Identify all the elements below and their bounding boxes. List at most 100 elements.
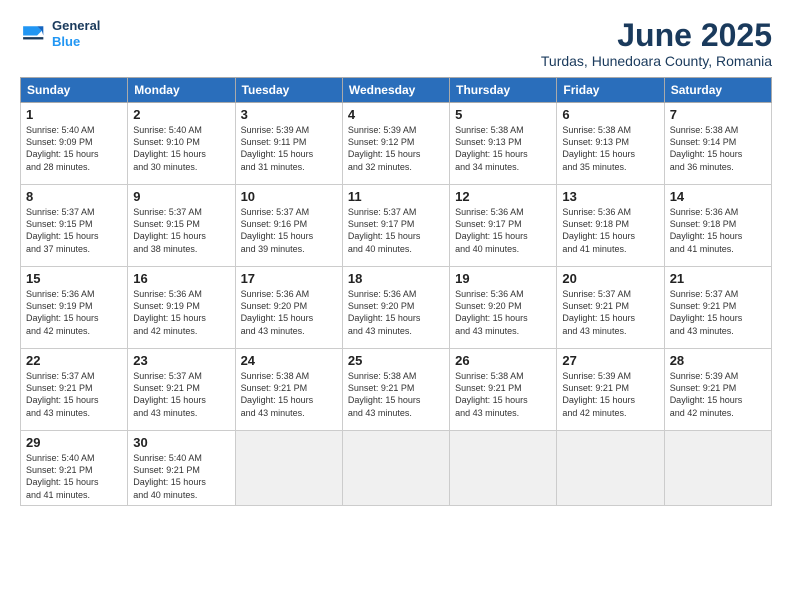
calendar-cell: 2Sunrise: 5:40 AMSunset: 9:10 PMDaylight… (128, 103, 235, 185)
day-info: Sunrise: 5:40 AMSunset: 9:21 PMDaylight:… (133, 452, 229, 501)
day-number: 3 (241, 107, 337, 122)
day-info: Sunrise: 5:40 AMSunset: 9:09 PMDaylight:… (26, 124, 122, 173)
calendar-cell: 27 Sunrise: 5:39 AMSunset: 9:21 PMDayligh… (557, 349, 664, 431)
day-number: 30 (133, 435, 229, 450)
day-info: Sunrise: 5:38 AMSunset: 9:21 PMDaylight:… (241, 370, 337, 419)
week-row-4: 22 Sunrise: 5:37 AMSunset: 9:21 PMDayligh… (21, 349, 772, 431)
calendar-table: Sunday Monday Tuesday Wednesday Thursday… (20, 77, 772, 506)
day-number: 9 (133, 189, 229, 204)
day-info: Sunrise: 5:40 AMSunset: 9:21 PMDaylight:… (26, 452, 122, 501)
day-info: Sunrise: 5:36 AMSunset: 9:19 PMDaylight:… (133, 288, 229, 337)
calendar-cell: 30 Sunrise: 5:40 AMSunset: 9:21 PMDayligh… (128, 431, 235, 506)
day-info: Sunrise: 5:37 AMSunset: 9:21 PMDaylight:… (562, 288, 658, 337)
col-friday: Friday (557, 78, 664, 103)
col-tuesday: Tuesday (235, 78, 342, 103)
calendar-cell: 10Sunrise: 5:37 AMSunset: 9:16 PMDayligh… (235, 185, 342, 267)
col-wednesday: Wednesday (342, 78, 449, 103)
calendar-cell: 5Sunrise: 5:38 AMSunset: 9:13 PMDaylight… (450, 103, 557, 185)
calendar-subtitle: Turdas, Hunedoara County, Romania (541, 53, 772, 69)
day-info: Sunrise: 5:37 AMSunset: 9:21 PMDaylight:… (670, 288, 766, 337)
col-monday: Monday (128, 78, 235, 103)
day-number: 27 (562, 353, 658, 368)
day-info: Sunrise: 5:37 AMSunset: 9:17 PMDaylight:… (348, 206, 444, 255)
day-number: 13 (562, 189, 658, 204)
calendar-cell: 16Sunrise: 5:36 AMSunset: 9:19 PMDayligh… (128, 267, 235, 349)
day-info: Sunrise: 5:38 AMSunset: 9:21 PMDaylight:… (455, 370, 551, 419)
calendar-cell: 15Sunrise: 5:36 AMSunset: 9:19 PMDayligh… (21, 267, 128, 349)
calendar-cell: 7 Sunrise: 5:38 AMSunset: 9:14 PMDaylight… (664, 103, 771, 185)
day-number: 21 (670, 271, 766, 286)
calendar-cell: 26 Sunrise: 5:38 AMSunset: 9:21 PMDayligh… (450, 349, 557, 431)
day-number: 25 (348, 353, 444, 368)
day-info: Sunrise: 5:39 AMSunset: 9:11 PMDaylight:… (241, 124, 337, 173)
calendar-cell: 13 Sunrise: 5:36 AMSunset: 9:18 PMDayligh… (557, 185, 664, 267)
day-info: Sunrise: 5:38 AMSunset: 9:13 PMDaylight:… (455, 124, 551, 173)
day-number: 29 (26, 435, 122, 450)
calendar-cell (664, 431, 771, 506)
calendar-cell: 3 Sunrise: 5:39 AMSunset: 9:11 PMDaylight… (235, 103, 342, 185)
calendar-cell: 9 Sunrise: 5:37 AMSunset: 9:15 PMDaylight… (128, 185, 235, 267)
day-number: 22 (26, 353, 122, 368)
logo: General Blue (20, 18, 100, 49)
day-info: Sunrise: 5:36 AMSunset: 9:18 PMDaylight:… (562, 206, 658, 255)
day-number: 14 (670, 189, 766, 204)
day-info: Sunrise: 5:36 AMSunset: 9:17 PMDaylight:… (455, 206, 551, 255)
week-row-2: 8Sunrise: 5:37 AMSunset: 9:15 PMDaylight… (21, 185, 772, 267)
day-info: Sunrise: 5:37 AMSunset: 9:15 PMDaylight:… (133, 206, 229, 255)
calendar-cell: 11 Sunrise: 5:37 AMSunset: 9:17 PMDayligh… (342, 185, 449, 267)
logo-text-general: General (52, 18, 100, 34)
week-row-3: 15Sunrise: 5:36 AMSunset: 9:19 PMDayligh… (21, 267, 772, 349)
calendar-cell: 8Sunrise: 5:37 AMSunset: 9:15 PMDaylight… (21, 185, 128, 267)
day-info: Sunrise: 5:36 AMSunset: 9:20 PMDaylight:… (348, 288, 444, 337)
calendar-cell: 20 Sunrise: 5:37 AMSunset: 9:21 PMDayligh… (557, 267, 664, 349)
week-row-5: 29 Sunrise: 5:40 AMSunset: 9:21 PMDayligh… (21, 431, 772, 506)
day-number: 23 (133, 353, 229, 368)
day-number: 19 (455, 271, 551, 286)
day-info: Sunrise: 5:37 AMSunset: 9:15 PMDaylight:… (26, 206, 122, 255)
day-info: Sunrise: 5:39 AMSunset: 9:12 PMDaylight:… (348, 124, 444, 173)
calendar-cell: 24 Sunrise: 5:38 AMSunset: 9:21 PMDayligh… (235, 349, 342, 431)
calendar-cell: 19 Sunrise: 5:36 AMSunset: 9:20 PMDayligh… (450, 267, 557, 349)
calendar-cell: 25 Sunrise: 5:38 AMSunset: 9:21 PMDayligh… (342, 349, 449, 431)
calendar-cell: 23 Sunrise: 5:37 AMSunset: 9:21 PMDayligh… (128, 349, 235, 431)
day-info: Sunrise: 5:38 AMSunset: 9:21 PMDaylight:… (348, 370, 444, 419)
calendar-cell: 17 Sunrise: 5:36 AMSunset: 9:20 PMDayligh… (235, 267, 342, 349)
calendar-title: June 2025 (541, 18, 772, 53)
day-number: 12 (455, 189, 551, 204)
calendar-cell: 18 Sunrise: 5:36 AMSunset: 9:20 PMDayligh… (342, 267, 449, 349)
day-info: Sunrise: 5:37 AMSunset: 9:21 PMDaylight:… (133, 370, 229, 419)
day-number: 11 (348, 189, 444, 204)
day-number: 26 (455, 353, 551, 368)
day-info: Sunrise: 5:40 AMSunset: 9:10 PMDaylight:… (133, 124, 229, 173)
day-info: Sunrise: 5:38 AMSunset: 9:14 PMDaylight:… (670, 124, 766, 173)
day-number: 18 (348, 271, 444, 286)
col-sunday: Sunday (21, 78, 128, 103)
day-number: 17 (241, 271, 337, 286)
calendar-cell: 6Sunrise: 5:38 AMSunset: 9:13 PMDaylight… (557, 103, 664, 185)
page-container: General Blue June 2025 Turdas, Hunedoara… (0, 0, 792, 516)
day-number: 28 (670, 353, 766, 368)
day-number: 1 (26, 107, 122, 122)
day-number: 20 (562, 271, 658, 286)
day-info: Sunrise: 5:37 AMSunset: 9:16 PMDaylight:… (241, 206, 337, 255)
calendar-cell: 12 Sunrise: 5:36 AMSunset: 9:17 PMDayligh… (450, 185, 557, 267)
day-info: Sunrise: 5:37 AMSunset: 9:21 PMDaylight:… (26, 370, 122, 419)
day-info: Sunrise: 5:39 AMSunset: 9:21 PMDaylight:… (562, 370, 658, 419)
calendar-cell: 14 Sunrise: 5:36 AMSunset: 9:18 PMDayligh… (664, 185, 771, 267)
day-info: Sunrise: 5:36 AMSunset: 9:20 PMDaylight:… (241, 288, 337, 337)
week-row-1: 1 Sunrise: 5:40 AMSunset: 9:09 PMDaylight… (21, 103, 772, 185)
calendar-cell (235, 431, 342, 506)
title-block: June 2025 Turdas, Hunedoara County, Roma… (541, 18, 772, 69)
calendar-cell (342, 431, 449, 506)
calendar-cell: 29 Sunrise: 5:40 AMSunset: 9:21 PMDayligh… (21, 431, 128, 506)
day-number: 7 (670, 107, 766, 122)
day-info: Sunrise: 5:36 AMSunset: 9:18 PMDaylight:… (670, 206, 766, 255)
day-info: Sunrise: 5:36 AMSunset: 9:19 PMDaylight:… (26, 288, 122, 337)
day-info: Sunrise: 5:36 AMSunset: 9:20 PMDaylight:… (455, 288, 551, 337)
day-number: 24 (241, 353, 337, 368)
calendar-header-row: Sunday Monday Tuesday Wednesday Thursday… (21, 78, 772, 103)
calendar-body: 1 Sunrise: 5:40 AMSunset: 9:09 PMDaylight… (21, 103, 772, 506)
calendar-cell: 1 Sunrise: 5:40 AMSunset: 9:09 PMDaylight… (21, 103, 128, 185)
calendar-cell (557, 431, 664, 506)
col-saturday: Saturday (664, 78, 771, 103)
